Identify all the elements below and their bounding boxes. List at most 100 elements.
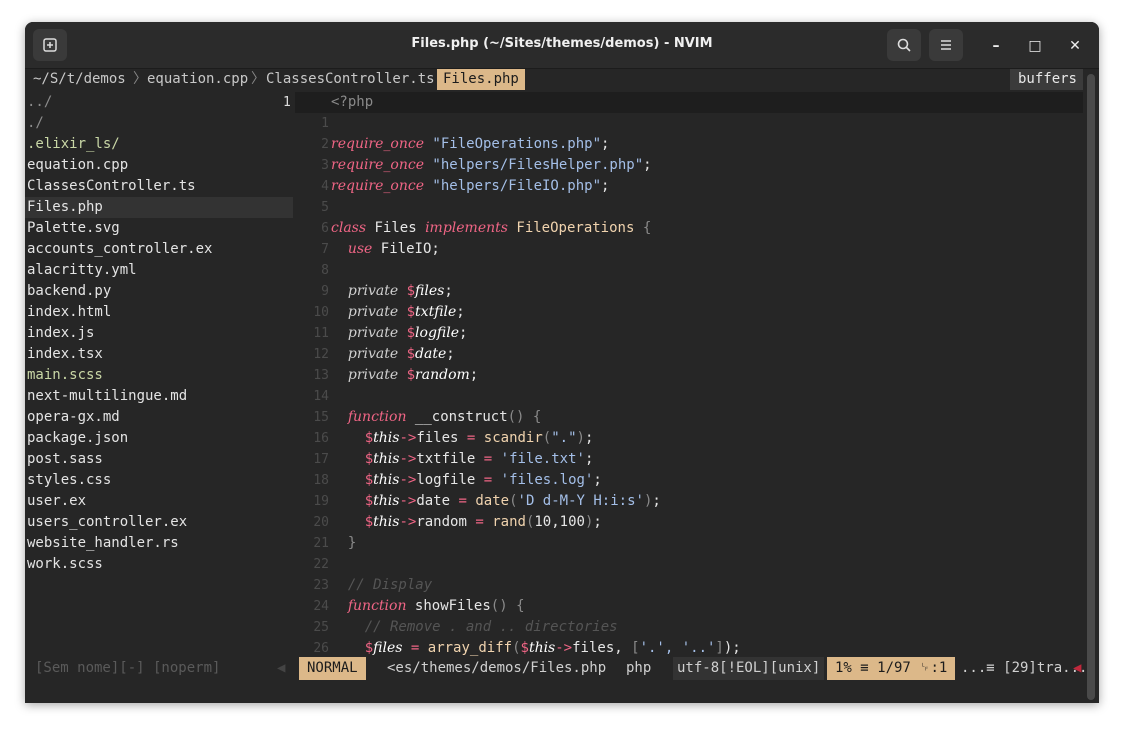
keyword: private [347, 367, 399, 383]
property: files [415, 283, 445, 299]
keyword: use [347, 241, 373, 257]
tree-item[interactable]: index.tsx [25, 344, 293, 365]
code-line: require_once "helpers/FileIO.php"; [331, 178, 610, 194]
code-line: private $random; [347, 367, 479, 383]
line-number: 26 [313, 641, 329, 656]
php-open-tag: <?php [331, 94, 374, 110]
code-line: class Files implements FileOperations { [331, 220, 652, 236]
title-bar: Files.php (~/Sites/themes/demos) - NVIM … [25, 22, 1099, 69]
string: "helpers/FileIO.php" [432, 178, 601, 194]
file-tree: ../ ./ .elixir_ls/ equation.cpp ClassesC… [25, 90, 293, 665]
hamburger-menu-icon [941, 40, 951, 50]
tree-item[interactable]: work.scss [25, 554, 293, 575]
tab-equation-cpp[interactable]: equation.cpp [147, 69, 248, 90]
tab-cwd[interactable]: ~/S/t/demos [33, 69, 126, 90]
maximize-button[interactable]: □ [1025, 36, 1045, 56]
tree-item[interactable]: index.js [25, 323, 293, 344]
tree-item[interactable]: website_handler.rs [25, 533, 293, 554]
search-button[interactable] [887, 29, 921, 61]
code-line: $this->random = rand(10,100); [364, 514, 602, 530]
file-path: <es/themes/demos/Files.php [387, 660, 607, 676]
property: random [415, 367, 470, 383]
code-line: private $files; [347, 283, 453, 299]
search-icon [897, 38, 911, 52]
line-number-gutter: 1 1 2 3 4 5 6 7 8 9 10 11 12 13 14 15 16… [283, 90, 329, 665]
function-call: date [475, 493, 510, 509]
status-extra: ...≡ [29]tra... [961, 660, 1088, 676]
keyword: private [347, 304, 399, 320]
scrollbar[interactable] [1087, 74, 1095, 700]
line-number: 6 [321, 221, 329, 236]
tree-item[interactable]: alacritty.yml [25, 260, 293, 281]
filetype: php [626, 660, 652, 676]
code-line: require_once "helpers/FilesHelper.php"; [331, 157, 652, 173]
buffers-label[interactable]: buffers [1009, 69, 1083, 90]
tab-classescontroller-ts[interactable]: ClassesController.ts [266, 69, 435, 90]
code-line: $this->files = scandir("."); [364, 430, 594, 446]
string: 'file.txt' [500, 451, 585, 467]
this-keyword: this [373, 472, 400, 488]
line-number: 1 [321, 116, 329, 131]
tree-item[interactable]: ClassesController.ts [25, 176, 293, 197]
line-number: 22 [313, 557, 329, 572]
code-line: } [347, 535, 357, 551]
property: logfile [415, 325, 460, 341]
keyword: private [347, 283, 399, 299]
keyword: private [347, 346, 399, 362]
tab-separator: 〉 [251, 71, 265, 87]
tree-item[interactable]: equation.cpp [25, 155, 293, 176]
line-number: 9 [321, 284, 329, 299]
line-number: 21 [313, 536, 329, 551]
tree-item[interactable]: .elixir_ls/ [25, 134, 293, 155]
close-button[interactable]: ✕ [1065, 36, 1085, 56]
tab-separator: 〉 [133, 71, 147, 87]
code-line: private $txtfile; [347, 304, 465, 320]
line-number-current: 1 [283, 95, 291, 110]
tree-item[interactable]: package.json [25, 428, 293, 449]
line-number: 10 [313, 305, 329, 320]
function-name: showFiles [414, 598, 491, 614]
encoding: utf-8[!EOL][unix] [673, 657, 825, 680]
line-number: 17 [313, 452, 329, 467]
status-left: [Sem nome][-] [noperm] [35, 660, 221, 676]
string: "." [551, 430, 577, 446]
cursor-position: 1% ≡ 1/97 ␊:1 [827, 657, 956, 680]
this-keyword: this [373, 514, 400, 530]
keyword: require_once [331, 178, 424, 194]
string: "FileOperations.php" [432, 136, 601, 152]
tree-item[interactable]: opera-gx.md [25, 407, 293, 428]
buffer-tabline: ~/S/t/demos 〉 equation.cpp 〉 ClassesCont… [25, 69, 1083, 90]
tree-item[interactable]: accounts_controller.ex [25, 239, 293, 260]
arrow-operator: -> [555, 640, 573, 656]
code-line: // Display [331, 575, 432, 596]
string: 'D d-M-Y H:i:s' [517, 493, 644, 509]
tree-item[interactable]: Palette.svg [25, 218, 293, 239]
tree-item[interactable]: main.scss [25, 365, 293, 386]
tree-item[interactable]: ../ [25, 92, 293, 113]
arrow-operator: -> [399, 514, 417, 530]
code-line: $files = array_diff($this->files, ['.', … [364, 640, 741, 656]
tree-item[interactable]: users_controller.ex [25, 512, 293, 533]
tree-item[interactable]: styles.css [25, 470, 293, 491]
minimize-button[interactable]: – [986, 36, 1006, 56]
code-editor[interactable]: <?php require_once "FileOperations.php";… [331, 90, 1083, 665]
line-number: 19 [313, 494, 329, 509]
tab-files-php[interactable]: Files.php [437, 69, 525, 90]
this-keyword: this [528, 640, 556, 656]
tree-item[interactable]: ./ [25, 113, 293, 134]
function-call: scandir [483, 430, 543, 446]
tree-item-selected[interactable]: Files.php [25, 197, 293, 218]
line-number: 12 [313, 347, 329, 362]
arrow-operator: -> [399, 493, 417, 509]
tree-item[interactable]: user.ex [25, 491, 293, 512]
code-line: $this->logfile = 'files.log'; [364, 472, 602, 488]
status-right-cap: ◀ [1073, 660, 1082, 676]
main-menu-button[interactable] [929, 29, 963, 61]
tree-item[interactable]: backend.py [25, 281, 293, 302]
code-line: $this->txtfile = 'file.txt'; [364, 451, 594, 467]
tree-item[interactable]: next-multilingue.md [25, 386, 293, 407]
tree-item[interactable]: index.html [25, 302, 293, 323]
code-line: require_once "FileOperations.php"; [331, 136, 610, 152]
tree-item[interactable]: post.sass [25, 449, 293, 470]
arrow-operator: -> [399, 472, 417, 488]
